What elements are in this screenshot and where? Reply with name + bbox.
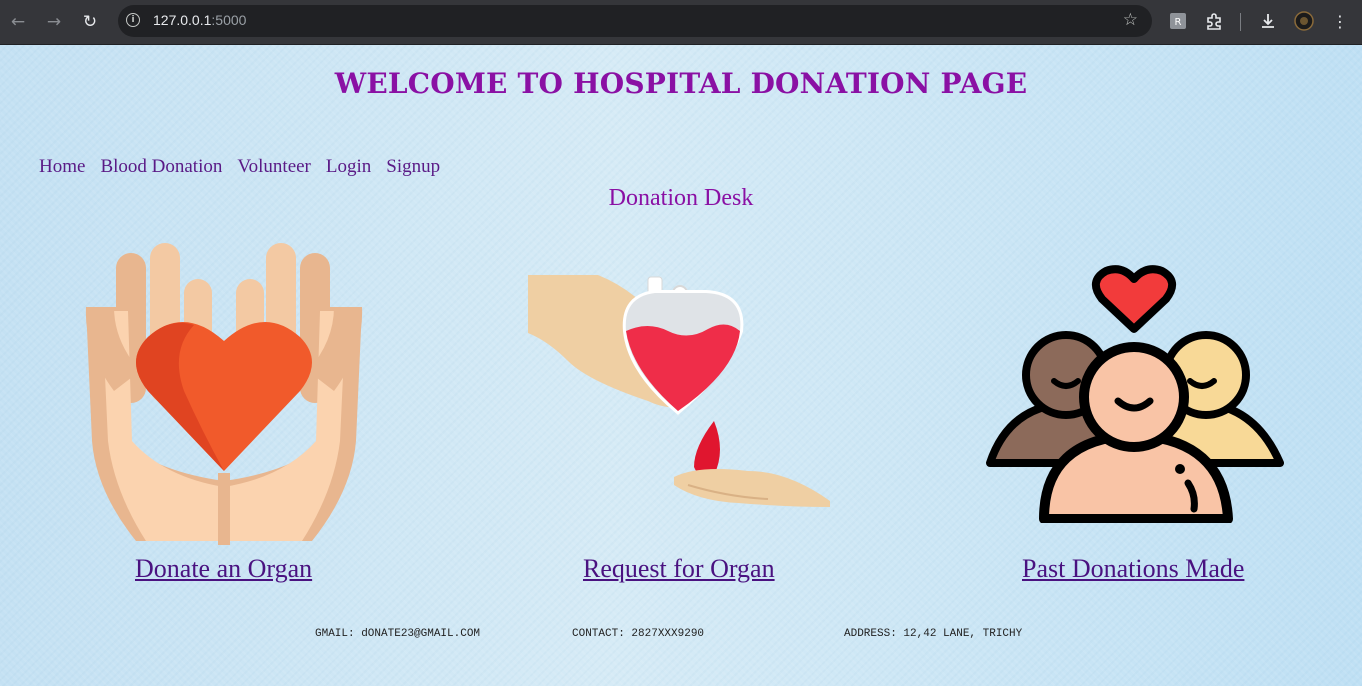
blood-donation-image[interactable] <box>528 271 830 507</box>
main-nav: Home Blood Donation Volunteer Login Sign… <box>39 156 451 178</box>
people-heart-image[interactable] <box>984 263 1286 523</box>
forward-button[interactable]: → <box>40 8 68 36</box>
url-text[interactable]: 127.0.0.1:5000 <box>153 12 246 28</box>
address-bar[interactable]: i 127.0.0.1:5000 ☆ <box>118 5 1152 37</box>
site-info-icon[interactable]: i <box>126 13 140 27</box>
page-title: WELCOME TO HOSPITAL DONATION PAGE <box>334 67 1028 100</box>
footer-gmail: GMAIL: dONATE23@GMAIL.COM <box>315 628 481 640</box>
nav-blood-donation[interactable]: Blood Donation <box>100 156 222 177</box>
toolbar-divider <box>1240 13 1241 31</box>
page-body: WELCOME TO HOSPITAL DONATION PAGE Home B… <box>0 45 1362 686</box>
request-organ-link[interactable]: Request for Organ <box>583 554 775 584</box>
profile-avatar-icon[interactable] <box>1291 8 1317 34</box>
donate-organ-link[interactable]: Donate an Organ <box>135 554 312 584</box>
svg-text:R: R <box>1175 17 1182 28</box>
nav-home[interactable]: Home <box>39 156 85 177</box>
arrow-right-icon: → <box>46 12 62 32</box>
download-icon[interactable] <box>1255 8 1281 34</box>
past-donations-link[interactable]: Past Donations Made <box>1022 554 1244 584</box>
section-title: Donation Desk <box>608 185 754 211</box>
arrow-left-icon: ← <box>10 12 26 32</box>
nav-signup[interactable]: Signup <box>386 156 440 177</box>
puzzle-extensions-icon[interactable] <box>1201 8 1227 34</box>
menu-kebab-icon[interactable]: ⋮ <box>1327 8 1353 34</box>
nav-login[interactable]: Login <box>326 156 371 177</box>
browser-toolbar: ← → ↻ i 127.0.0.1:5000 ☆ R ⋮ <box>0 0 1362 45</box>
extension-icon[interactable]: R <box>1165 8 1191 34</box>
footer-address: ADDRESS: 12,42 LANE, TRICHY <box>844 628 1023 640</box>
reload-icon: ↻ <box>82 12 98 32</box>
bookmark-star-icon[interactable]: ☆ <box>1123 10 1138 30</box>
reload-button[interactable]: ↻ <box>76 8 104 36</box>
back-button[interactable]: ← <box>4 8 32 36</box>
footer-contact: CONTACT: 2827XXX9290 <box>572 628 705 640</box>
nav-volunteer[interactable]: Volunteer <box>237 156 311 177</box>
hands-heart-image[interactable] <box>84 241 364 545</box>
